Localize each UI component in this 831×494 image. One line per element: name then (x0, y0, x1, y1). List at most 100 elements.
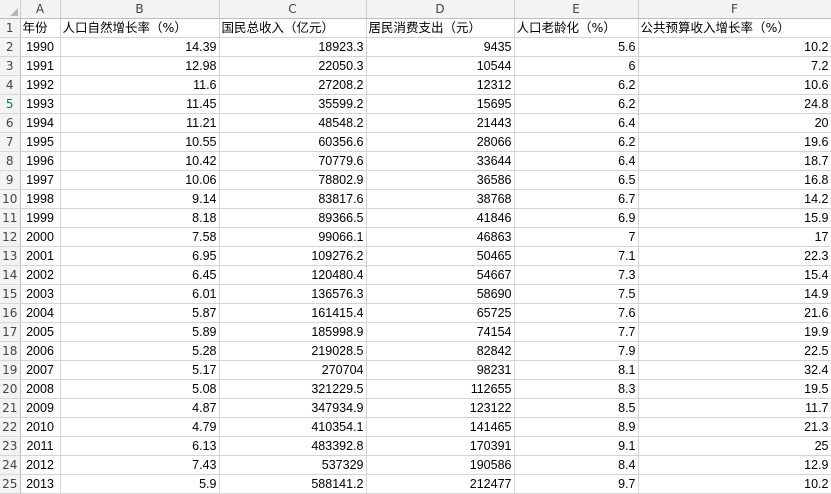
table-cell[interactable]: 10.2 (638, 474, 831, 494)
table-cell[interactable]: 21443 (366, 113, 515, 133)
table-cell[interactable]: 17 (638, 227, 831, 247)
table-cell[interactable]: 6 (514, 56, 639, 76)
table-cell[interactable]: 46863 (366, 227, 515, 247)
table-cell[interactable]: 4.87 (60, 398, 220, 418)
row-number[interactable]: 11 (0, 208, 21, 228)
table-cell[interactable]: 7.6 (514, 303, 639, 323)
table-cell[interactable]: 190586 (366, 455, 515, 475)
table-cell[interactable]: 5.89 (60, 322, 220, 342)
row-number[interactable]: 16 (0, 303, 21, 323)
header-cell-gross-national-income[interactable]: 国民总收入（亿元） (219, 18, 367, 38)
table-cell[interactable]: 89366.5 (219, 208, 367, 228)
table-cell[interactable]: 22050.3 (219, 56, 367, 76)
table-cell[interactable]: 4.79 (60, 417, 220, 437)
table-cell[interactable]: 8.4 (514, 455, 639, 475)
column-header-a[interactable]: A (20, 0, 61, 19)
table-cell[interactable]: 537329 (219, 455, 367, 475)
table-cell[interactable]: 7.5 (514, 284, 639, 304)
table-cell[interactable]: 33644 (366, 151, 515, 171)
table-cell[interactable]: 54667 (366, 265, 515, 285)
table-cell[interactable]: 15.4 (638, 265, 831, 285)
table-cell[interactable]: 1993 (20, 94, 61, 114)
table-cell[interactable]: 2010 (20, 417, 61, 437)
table-cell[interactable]: 6.4 (514, 113, 639, 133)
row-number[interactable]: 6 (0, 113, 21, 133)
row-number[interactable]: 4 (0, 75, 21, 95)
row-number[interactable]: 13 (0, 246, 21, 266)
table-cell[interactable]: 161415.4 (219, 303, 367, 323)
table-cell[interactable]: 19.5 (638, 379, 831, 399)
column-header-b[interactable]: B (60, 0, 220, 19)
table-cell[interactable]: 82842 (366, 341, 515, 361)
table-cell[interactable]: 1991 (20, 56, 61, 76)
table-cell[interactable]: 98231 (366, 360, 515, 380)
table-cell[interactable]: 8.9 (514, 417, 639, 437)
table-cell[interactable]: 10.42 (60, 151, 220, 171)
table-cell[interactable]: 27208.2 (219, 75, 367, 95)
row-number[interactable]: 10 (0, 189, 21, 209)
table-cell[interactable]: 5.87 (60, 303, 220, 323)
table-cell[interactable]: 7.1 (514, 246, 639, 266)
table-cell[interactable]: 7.2 (638, 56, 831, 76)
table-cell[interactable]: 10.06 (60, 170, 220, 190)
table-cell[interactable]: 112655 (366, 379, 515, 399)
table-cell[interactable]: 6.95 (60, 246, 220, 266)
header-cell-aging[interactable]: 人口老龄化（%） (514, 18, 639, 38)
table-cell[interactable]: 185998.9 (219, 322, 367, 342)
table-cell[interactable]: 65725 (366, 303, 515, 323)
table-cell[interactable]: 5.28 (60, 341, 220, 361)
table-cell[interactable]: 18923.3 (219, 37, 367, 57)
row-number[interactable]: 7 (0, 132, 21, 152)
table-cell[interactable]: 1997 (20, 170, 61, 190)
table-cell[interactable]: 212477 (366, 474, 515, 494)
row-number[interactable]: 5 (0, 94, 21, 114)
table-cell[interactable]: 2005 (20, 322, 61, 342)
table-cell[interactable]: 2013 (20, 474, 61, 494)
table-cell[interactable]: 2008 (20, 379, 61, 399)
column-header-f[interactable]: F (638, 0, 831, 19)
table-cell[interactable]: 6.13 (60, 436, 220, 456)
table-cell[interactable]: 7.43 (60, 455, 220, 475)
row-number[interactable]: 8 (0, 151, 21, 171)
table-cell[interactable]: 2006 (20, 341, 61, 361)
table-cell[interactable]: 8.5 (514, 398, 639, 418)
table-cell[interactable]: 1999 (20, 208, 61, 228)
header-cell-year[interactable]: 年份 (20, 18, 61, 38)
table-cell[interactable]: 8.3 (514, 379, 639, 399)
table-cell[interactable]: 2007 (20, 360, 61, 380)
table-cell[interactable]: 5.9 (60, 474, 220, 494)
table-cell[interactable]: 9.14 (60, 189, 220, 209)
row-number[interactable]: 12 (0, 227, 21, 247)
table-cell[interactable]: 7.7 (514, 322, 639, 342)
table-cell[interactable]: 141465 (366, 417, 515, 437)
table-cell[interactable]: 22.3 (638, 246, 831, 266)
column-header-c[interactable]: C (219, 0, 367, 19)
table-cell[interactable]: 21.6 (638, 303, 831, 323)
table-cell[interactable]: 170391 (366, 436, 515, 456)
table-cell[interactable]: 1998 (20, 189, 61, 209)
table-cell[interactable]: 483392.8 (219, 436, 367, 456)
row-number[interactable]: 24 (0, 455, 21, 475)
table-cell[interactable]: 7 (514, 227, 639, 247)
table-cell[interactable]: 1995 (20, 132, 61, 152)
table-cell[interactable]: 14.39 (60, 37, 220, 57)
table-cell[interactable]: 12312 (366, 75, 515, 95)
table-cell[interactable]: 22.5 (638, 341, 831, 361)
table-cell[interactable]: 410354.1 (219, 417, 367, 437)
table-cell[interactable]: 6.2 (514, 132, 639, 152)
table-cell[interactable]: 32.4 (638, 360, 831, 380)
table-cell[interactable]: 21.3 (638, 417, 831, 437)
header-cell-population-growth[interactable]: 人口自然增长率（%） (60, 18, 220, 38)
table-cell[interactable]: 28066 (366, 132, 515, 152)
table-cell[interactable]: 8.1 (514, 360, 639, 380)
table-cell[interactable]: 19.9 (638, 322, 831, 342)
table-cell[interactable]: 16.8 (638, 170, 831, 190)
row-number[interactable]: 15 (0, 284, 21, 304)
table-cell[interactable]: 2002 (20, 265, 61, 285)
table-cell[interactable]: 6.4 (514, 151, 639, 171)
column-header-e[interactable]: E (514, 0, 639, 19)
table-cell[interactable]: 6.2 (514, 75, 639, 95)
table-cell[interactable]: 6.01 (60, 284, 220, 304)
table-cell[interactable]: 14.2 (638, 189, 831, 209)
header-cell-budget-revenue-growth[interactable]: 公共预算收入增长率（%） (638, 18, 831, 38)
